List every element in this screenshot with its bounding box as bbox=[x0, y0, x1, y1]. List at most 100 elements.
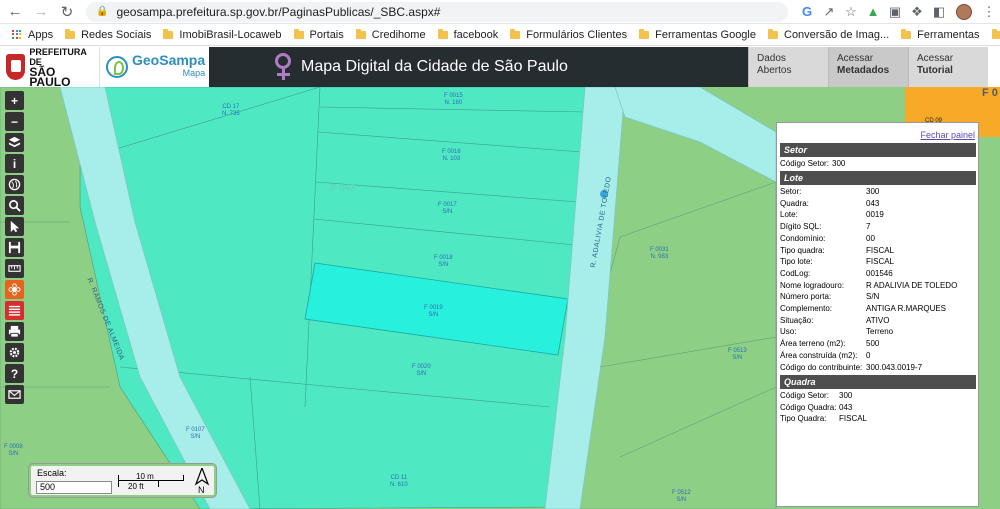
lot-number: N. 983 bbox=[650, 254, 669, 260]
sidebar-icon[interactable]: ◧ bbox=[928, 1, 950, 23]
tools-button[interactable] bbox=[5, 259, 24, 278]
bookmark-1[interactable]: Redes Sociais bbox=[65, 28, 151, 41]
geo-name: GeoSampa bbox=[132, 52, 206, 68]
layers-button[interactable] bbox=[5, 133, 24, 152]
folder-icon bbox=[65, 28, 76, 39]
info-button[interactable]: i bbox=[5, 154, 24, 173]
settings-button[interactable] bbox=[5, 343, 24, 362]
help-icon: ? bbox=[10, 366, 19, 381]
lot-label: F 0031 N. 983 bbox=[650, 247, 669, 261]
metadados-link[interactable]: Acessar Metadados bbox=[828, 47, 908, 87]
orange-layer-button[interactable] bbox=[5, 280, 24, 299]
info-panel: Fechar painel Setor Código Setor: 300 Lote S… bbox=[776, 122, 979, 507]
info-icon: i bbox=[12, 156, 17, 171]
lot-id: F 0016 bbox=[442, 149, 461, 155]
save-button[interactable] bbox=[5, 238, 24, 257]
extension-box-icon[interactable]: ▣ bbox=[884, 1, 906, 23]
link-line1: Acessar bbox=[917, 53, 954, 64]
info-row: Código Setor: 300 bbox=[780, 159, 976, 170]
lot-id: F 043 bbox=[330, 183, 356, 194]
info-row: Dígito SQL: 7 bbox=[780, 222, 976, 233]
close-panel-link[interactable]: Fechar painel bbox=[920, 130, 975, 140]
info-row: Complemento: ANTIGA R.MARQUES bbox=[780, 304, 976, 315]
bookmark-0[interactable]: Apps bbox=[12, 29, 53, 41]
zoom-out-button[interactable]: − bbox=[5, 112, 24, 131]
info-key: Área construída (m2): bbox=[780, 350, 858, 360]
info-row: Área construída (m2): 0 bbox=[780, 351, 976, 362]
info-key: Área terreno (m2): bbox=[780, 339, 846, 349]
prefeitura-logo[interactable]: PREFEITURA DE SÃO PAULO bbox=[0, 47, 99, 88]
browser-toolbar: ← → ↻ 🔒 geosampa.prefeitura.sp.gov.br/Pa… bbox=[0, 0, 1000, 24]
bookmark-label: Credihome bbox=[371, 28, 426, 41]
info-row: Condomínio: 00 bbox=[780, 234, 976, 245]
venus-icon bbox=[273, 53, 293, 81]
section-lote: Lote bbox=[780, 171, 976, 185]
red-layer-button[interactable] bbox=[5, 301, 24, 320]
bookmark-9[interactable]: Ferramentas bbox=[901, 28, 980, 41]
menu-dots-icon[interactable]: ⋮ bbox=[978, 1, 1000, 23]
dados-abertos-link[interactable]: Dados Abertos bbox=[748, 47, 828, 87]
search-button[interactable] bbox=[5, 196, 24, 215]
info-key: Tipo Quadra: bbox=[780, 414, 827, 424]
reload-icon[interactable]: ↻ bbox=[56, 1, 78, 23]
bookmark-2[interactable]: ImobiBrasil-Locaweb bbox=[163, 28, 282, 41]
address-bar[interactable]: 🔒 geosampa.prefeitura.sp.gov.br/PaginasP… bbox=[86, 1, 788, 22]
info-row: Código Setor: 300 bbox=[780, 391, 976, 402]
star-icon[interactable]: ☆ bbox=[840, 1, 862, 23]
geo-sub: Mapa bbox=[182, 68, 206, 78]
tutorial-link[interactable]: Acessar Tutorial bbox=[908, 47, 988, 87]
lot-number: N. 610 bbox=[390, 482, 408, 488]
bookmark-6[interactable]: Formulários Clientes bbox=[510, 28, 627, 41]
info-row: Lote: 0019 bbox=[780, 210, 976, 221]
info-value: 300 bbox=[866, 187, 880, 196]
info-key: Dígito SQL: bbox=[780, 222, 822, 232]
measure-button[interactable] bbox=[5, 217, 24, 236]
info-key: Complemento: bbox=[780, 304, 833, 313]
info-key: Lote: bbox=[780, 210, 798, 220]
scale-input[interactable]: 500 bbox=[36, 481, 112, 494]
lot-number: N. 160 bbox=[444, 100, 463, 106]
bookmark-5[interactable]: facebook bbox=[437, 28, 498, 41]
geosampa-icon bbox=[106, 56, 128, 78]
forward-arrow-icon[interactable]: → bbox=[30, 1, 52, 23]
geosampa-logo[interactable]: GeoSampa Mapa bbox=[99, 47, 209, 87]
info-row: Número porta: S/N bbox=[780, 292, 976, 303]
print-button[interactable] bbox=[5, 322, 24, 341]
bookmark-10[interactable]: Ingaia bbox=[991, 28, 1000, 41]
lot-label: F 0015 N. 160 bbox=[444, 93, 463, 107]
app-header: PREFEITURA DE SÃO PAULO GeoSampa Mapa Ma… bbox=[0, 47, 1000, 88]
bookmark-7[interactable]: Ferramentas Google bbox=[639, 28, 756, 41]
info-value: FISCAL bbox=[866, 245, 895, 255]
info-row: Área terreno (m2): 500 bbox=[780, 339, 976, 350]
bookmark-4[interactable]: Credihome bbox=[355, 28, 426, 41]
lot-number: S/N bbox=[190, 434, 201, 440]
lot-label: F 0017 S/N bbox=[438, 202, 457, 216]
lot-id: F 0513 bbox=[728, 348, 747, 354]
drive-icon[interactable]: ▲ bbox=[862, 1, 884, 23]
email-button[interactable] bbox=[5, 385, 24, 404]
info-row: Situação: ATIVO bbox=[780, 316, 976, 327]
info-row: Setor: 300 bbox=[780, 187, 976, 198]
lot-id: CD 17 bbox=[222, 104, 240, 110]
back-arrow-icon[interactable]: ← bbox=[4, 1, 26, 23]
folder-icon bbox=[768, 28, 778, 39]
url-text: geosampa.prefeitura.sp.gov.br/PaginasPub… bbox=[116, 4, 441, 19]
info-key: CodLog: bbox=[780, 268, 811, 278]
info-value: 7 bbox=[866, 222, 871, 232]
info-key: Situação: bbox=[780, 315, 814, 325]
street-diagonal bbox=[614, 87, 777, 183]
puzzle-icon[interactable]: ❖ bbox=[906, 1, 928, 23]
bookmark-8[interactable]: Conversão de Imag... bbox=[768, 28, 889, 41]
folder-icon bbox=[510, 28, 521, 39]
google-icon[interactable]: G bbox=[796, 1, 818, 23]
tools-icon bbox=[8, 262, 21, 275]
globe-button[interactable] bbox=[5, 175, 24, 194]
info-value: 001546 bbox=[866, 268, 893, 278]
avatar[interactable] bbox=[956, 3, 972, 20]
info-value: 500 bbox=[866, 339, 880, 349]
zoom-in-button[interactable]: + bbox=[5, 91, 24, 110]
help-button[interactable]: ? bbox=[5, 364, 24, 383]
folder-icon bbox=[293, 28, 304, 39]
share-icon[interactable]: ↗ bbox=[818, 1, 840, 23]
bookmark-3[interactable]: Portais bbox=[293, 28, 344, 41]
